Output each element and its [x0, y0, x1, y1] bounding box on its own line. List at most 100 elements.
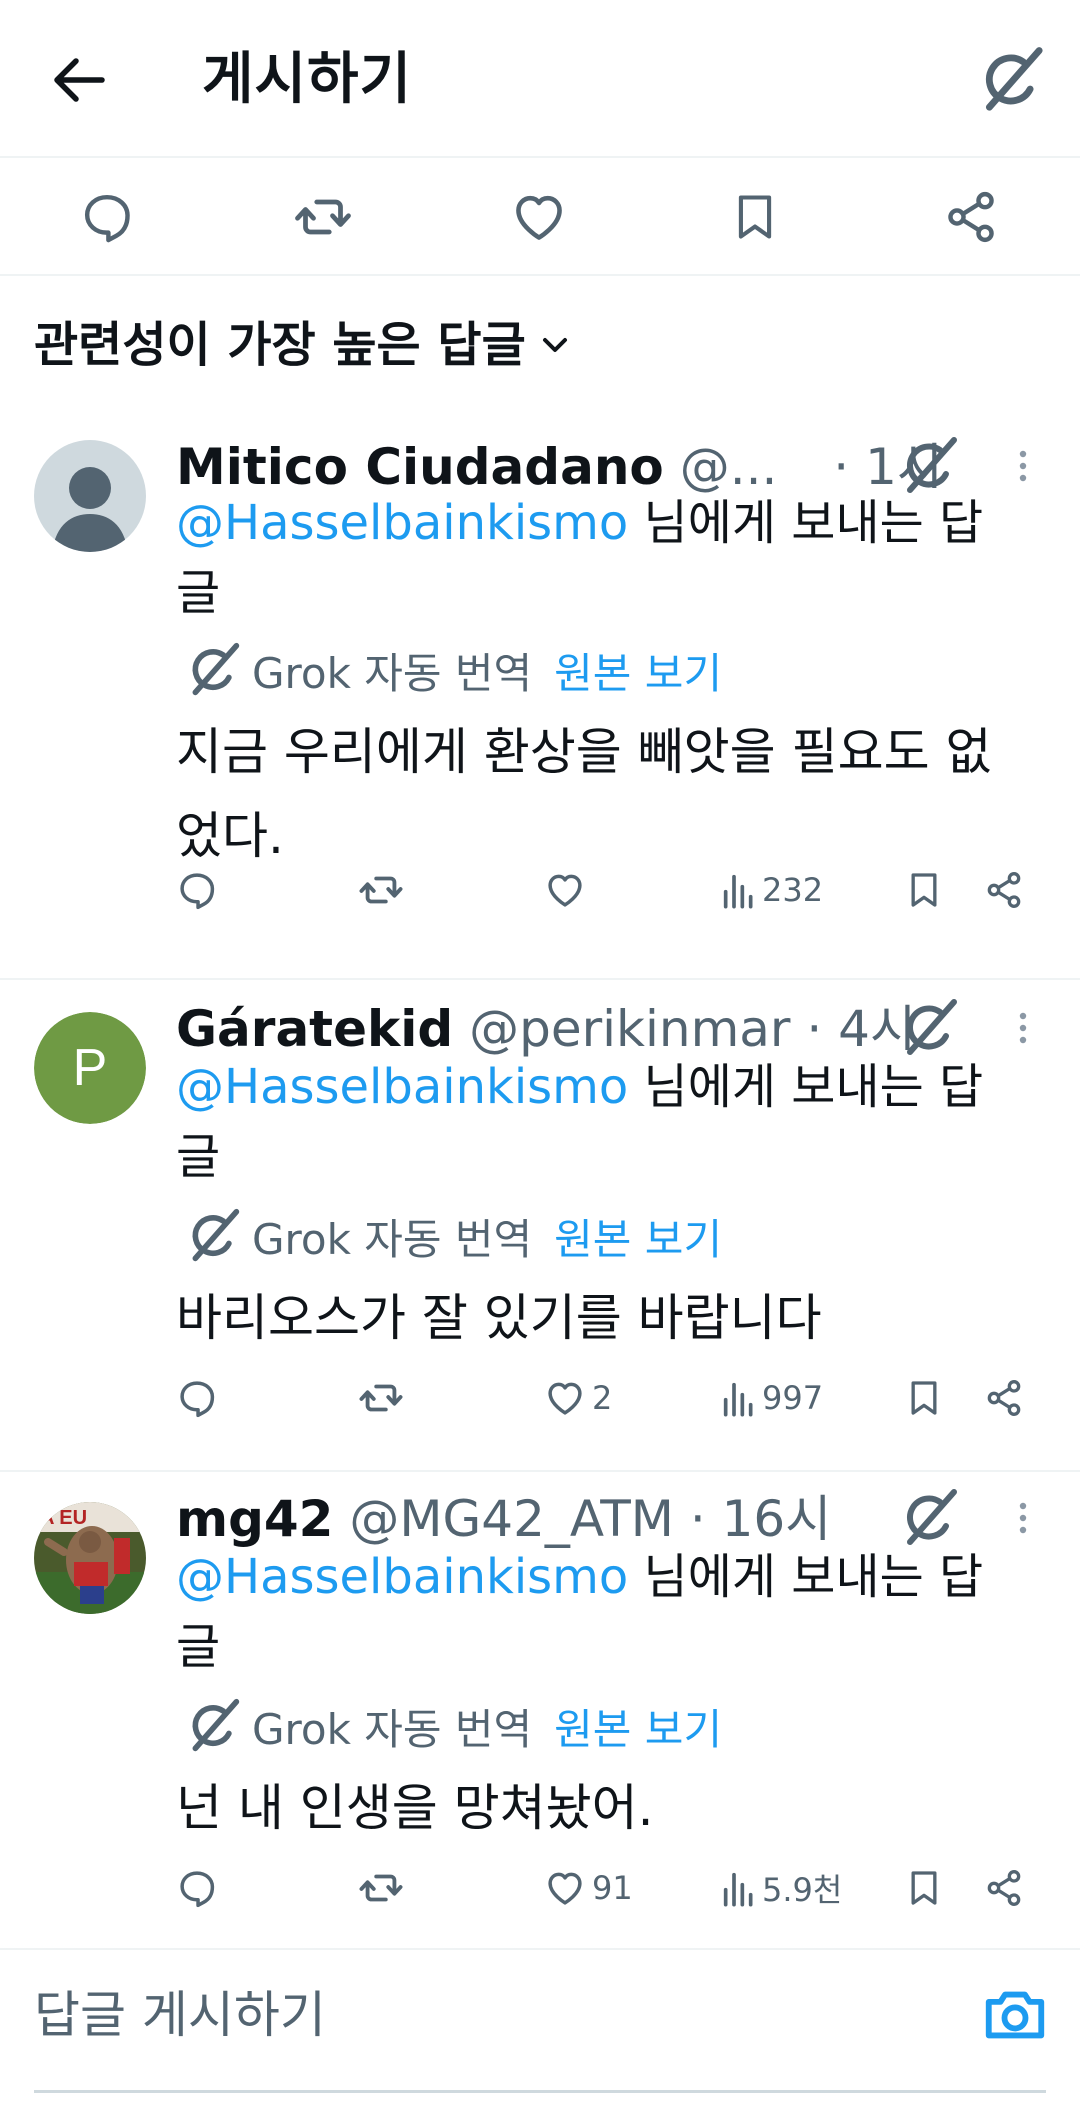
more-button[interactable]	[1010, 436, 1036, 496]
more-button[interactable]	[1010, 998, 1036, 1058]
grok-badge[interactable]	[900, 998, 960, 1058]
handle[interactable]: @perikinmar	[469, 1000, 790, 1058]
sort-dropdown[interactable]: 관련성이 가장 높은 답글	[34, 310, 570, 380]
view-original-link[interactable]: 원본 보기	[554, 640, 722, 701]
views-count: 997	[762, 1379, 824, 1417]
views-icon	[723, 1382, 753, 1417]
translation-label: Grok 자동 번역	[252, 648, 533, 698]
more-icon	[1019, 1502, 1027, 1534]
bookmark-button[interactable]	[904, 1858, 944, 1918]
reply-text: 넌 내 인생을 망쳐놨어.	[176, 1779, 654, 1837]
grok-button[interactable]	[978, 46, 1046, 114]
display-name[interactable]: Gáratekid	[176, 1000, 453, 1058]
reply-button[interactable]	[176, 860, 218, 920]
retweet-button[interactable]	[358, 1368, 404, 1428]
mention-link[interactable]: @Hasselbainkismo	[176, 1059, 628, 1115]
avatar[interactable]: P	[34, 1012, 146, 1124]
bookmark-button[interactable]	[904, 860, 944, 920]
retweet-button[interactable]	[358, 1858, 404, 1918]
like-button[interactable]	[506, 184, 572, 250]
like-count: 91	[592, 1869, 633, 1907]
compose-bar	[0, 1950, 1080, 2104]
more-icon	[1019, 450, 1027, 482]
views-count: 5.9천	[762, 1871, 843, 1909]
views-button[interactable]: 232	[722, 860, 823, 920]
like-icon	[548, 1872, 582, 1905]
share-button[interactable]	[984, 860, 1024, 920]
bookmark-button[interactable]	[722, 184, 788, 250]
translation-row: Grok 자동 번역 원본 보기	[186, 640, 722, 700]
retweet-button[interactable]	[358, 860, 404, 920]
grok-icon	[907, 437, 957, 493]
views-icon	[723, 874, 753, 909]
bookmark-button[interactable]	[904, 1368, 944, 1428]
chevron-down-icon	[542, 338, 567, 352]
bookmark-icon	[911, 1381, 937, 1415]
like-count: 2	[592, 1379, 613, 1417]
svg-text:A EU: A EU	[40, 1507, 87, 1529]
reply-actions: 91 5.9천	[0, 1858, 1080, 1918]
display-name[interactable]: mg42	[176, 1490, 333, 1548]
view-original-link[interactable]: 원본 보기	[554, 1206, 722, 1267]
reply-text: 지금 우리에게 환상을 빼앗을 필요도 없었다.	[176, 723, 992, 865]
back-arrow-icon	[54, 58, 105, 102]
share-icon	[948, 191, 994, 243]
share-icon	[987, 1380, 1021, 1417]
bookmark-icon	[911, 873, 937, 907]
reply-button[interactable]	[176, 1368, 218, 1428]
retweet-icon	[359, 1874, 403, 1902]
grok-icon	[192, 642, 240, 696]
top-bar: 게시하기	[0, 0, 1080, 158]
reply-item[interactable]: P Gáratekid @perikinmar · 4시 @Hasselbain…	[0, 980, 1080, 1472]
avatar[interactable]	[34, 440, 146, 552]
translation-label: Grok 자동 번역	[252, 1704, 533, 1754]
reply-button[interactable]	[176, 1858, 218, 1918]
share-icon	[987, 1870, 1021, 1907]
view-original-link[interactable]: 원본 보기	[554, 1696, 722, 1757]
like-button[interactable]	[544, 860, 592, 920]
replying-to: @Hasselbainkismo 님에게 보내는 답글	[176, 488, 996, 628]
default-avatar-icon	[52, 467, 128, 552]
like-icon	[548, 1382, 582, 1415]
page-title: 게시하기	[202, 47, 413, 112]
reply-icon	[180, 1381, 215, 1418]
reply-actions: 2 997	[0, 1368, 1080, 1428]
reply-text: 바리오스가 잘 있기를 바랍니다	[176, 1289, 822, 1347]
grok-icon	[907, 999, 957, 1055]
reply-item[interactable]: A EU mg42 @MG42_ATM · 16시 @Hasselbainkis…	[0, 1472, 1080, 1950]
grok-icon	[985, 47, 1043, 111]
reply-button[interactable]	[74, 184, 140, 250]
sort-label: 관련성이 가장 높은 답글	[34, 317, 526, 373]
avatar[interactable]: A EU	[34, 1502, 146, 1614]
back-button[interactable]	[46, 50, 112, 110]
share-button[interactable]	[984, 1858, 1024, 1918]
profile-photo: A EU	[34, 1502, 146, 1614]
timestamp[interactable]: · 16시	[690, 1490, 831, 1548]
retweet-icon	[359, 876, 403, 904]
translation-row: Grok 자동 번역 원본 보기	[186, 1206, 722, 1266]
grok-badge[interactable]	[900, 436, 960, 496]
like-button[interactable]: 2	[544, 1368, 612, 1428]
camera-button[interactable]	[980, 1980, 1050, 2050]
more-button[interactable]	[1010, 1488, 1036, 1548]
views-count: 232	[762, 871, 824, 909]
handle[interactable]: @MG42_ATM	[349, 1490, 674, 1548]
reply-item[interactable]: Mitico Ciudadano @... · 1시 @Hasselbainki…	[0, 404, 1080, 980]
views-button[interactable]: 997	[722, 1368, 823, 1428]
more-icon	[1019, 1012, 1027, 1044]
grok-badge[interactable]	[900, 1488, 960, 1548]
bookmark-icon	[911, 1871, 937, 1905]
mention-link[interactable]: @Hasselbainkismo	[176, 1549, 628, 1605]
share-button[interactable]	[938, 184, 1004, 250]
views-button[interactable]: 5.9천	[722, 1858, 842, 1918]
share-button[interactable]	[984, 1368, 1024, 1428]
tweet-action-bar	[0, 158, 1080, 276]
mention-link[interactable]: @Hasselbainkismo	[176, 495, 628, 551]
grok-icon	[907, 1489, 957, 1545]
reply-actions: 232	[0, 860, 1080, 920]
replying-to: @Hasselbainkismo 님에게 보내는 답글	[176, 1052, 996, 1192]
like-button[interactable]: 91	[544, 1858, 633, 1918]
reply-icon	[180, 1871, 215, 1908]
reply-input[interactable]	[34, 1950, 914, 2080]
retweet-button[interactable]	[290, 184, 356, 250]
